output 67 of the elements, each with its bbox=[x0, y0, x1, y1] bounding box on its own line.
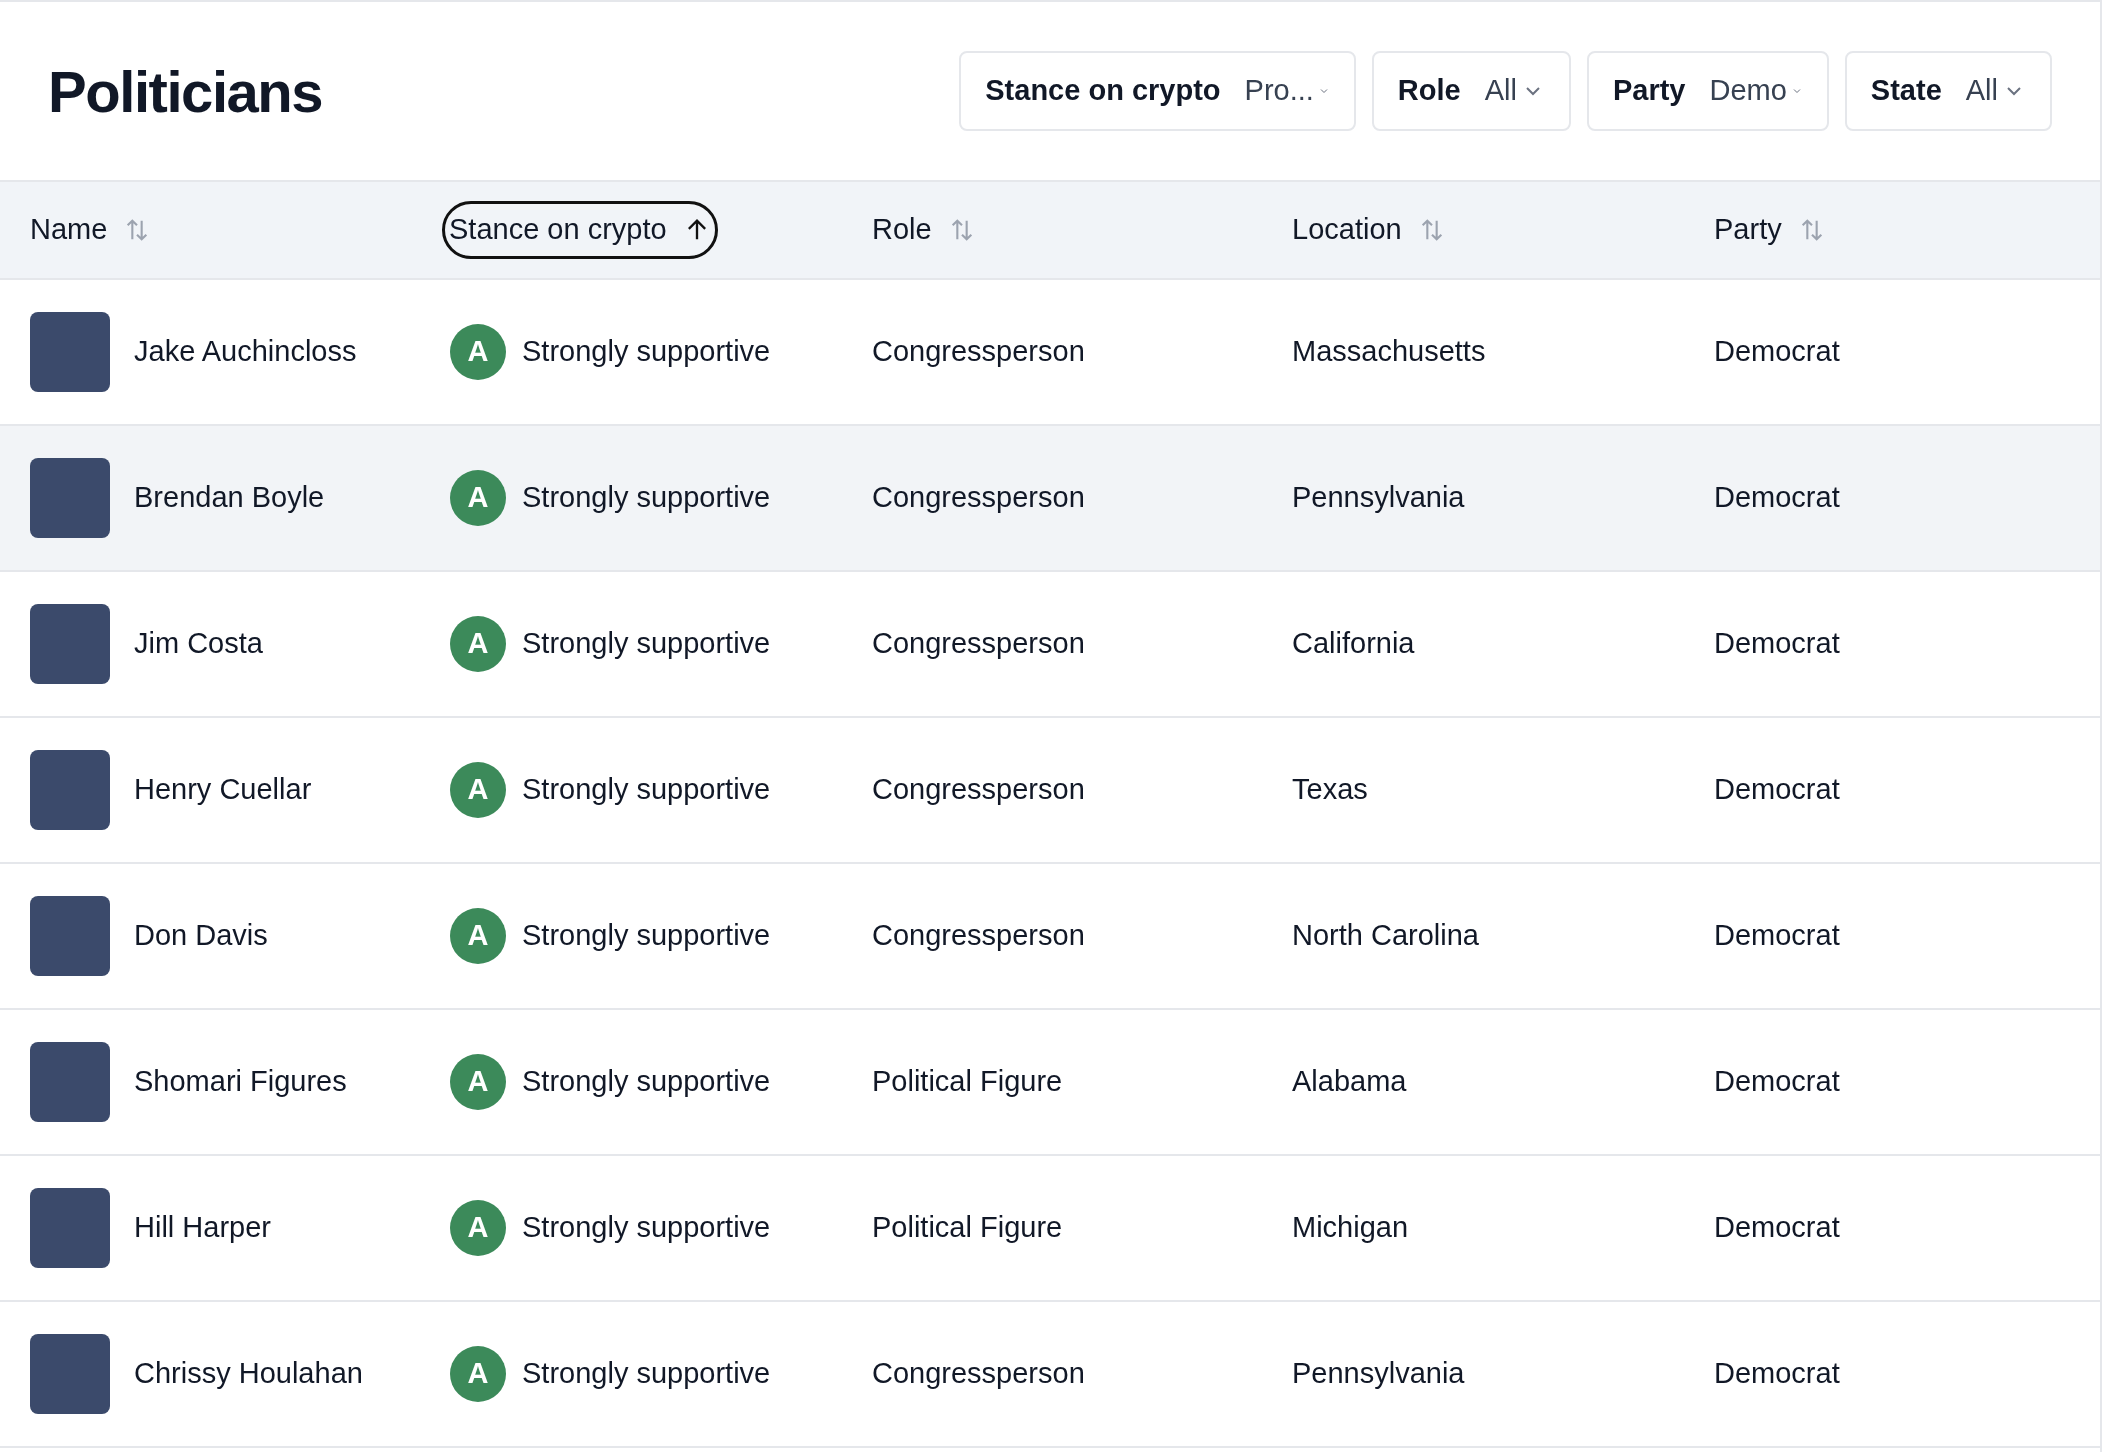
stance-text: Strongly supportive bbox=[522, 772, 771, 808]
grade-badge: A bbox=[450, 1346, 506, 1402]
location-text: Pennsylvania bbox=[1292, 481, 1465, 514]
party-text: Democrat bbox=[1714, 627, 1840, 660]
filter-dropdown[interactable]: Party Demo bbox=[1586, 51, 1829, 131]
grade-badge: A bbox=[450, 616, 506, 672]
party-text: Democrat bbox=[1714, 773, 1840, 806]
role-text: Congressperson bbox=[872, 773, 1085, 806]
party-text: Democrat bbox=[1714, 481, 1840, 514]
filter-label: Role bbox=[1397, 73, 1461, 109]
politician-name: Hill Harper bbox=[134, 1210, 271, 1246]
politician-name: Jim Costa bbox=[134, 626, 263, 662]
column-header[interactable]: Location bbox=[1292, 204, 1446, 256]
grade-badge: A bbox=[450, 470, 506, 526]
party-text: Democrat bbox=[1714, 919, 1840, 952]
filter-value: All bbox=[1965, 73, 1998, 109]
party-text: Democrat bbox=[1714, 1211, 1840, 1244]
location-text: Massachusetts bbox=[1292, 335, 1486, 368]
filter-value: Demo bbox=[1709, 73, 1787, 109]
stance-text: Strongly supportive bbox=[522, 1064, 771, 1100]
stance-text: Strongly supportive bbox=[522, 1356, 771, 1392]
stance-text: Strongly supportive bbox=[522, 918, 771, 954]
role-text: Political Figure bbox=[872, 1211, 1063, 1244]
location-text: Michigan bbox=[1292, 1211, 1409, 1244]
column-header[interactable]: Stance on crypto bbox=[442, 201, 718, 259]
location-text: North Carolina bbox=[1292, 919, 1479, 952]
role-text: Congressperson bbox=[872, 919, 1085, 952]
filter-label: Party bbox=[1612, 73, 1686, 109]
grade-badge: A bbox=[450, 762, 506, 818]
stance-text: Strongly supportive bbox=[522, 334, 771, 370]
politician-name: Brendan Boyle bbox=[134, 480, 325, 516]
filter-label: Stance on crypto bbox=[985, 73, 1221, 109]
grade-badge: A bbox=[450, 324, 506, 380]
location-text: California bbox=[1292, 627, 1415, 660]
stance-text: Strongly supportive bbox=[522, 626, 771, 662]
filter-dropdown[interactable]: Role All bbox=[1371, 51, 1571, 131]
stance-text: Strongly supportive bbox=[522, 1210, 771, 1246]
party-text: Democrat bbox=[1714, 335, 1840, 368]
role-text: Congressperson bbox=[872, 335, 1085, 368]
column-header[interactable]: Party bbox=[1714, 204, 1826, 256]
politician-name: Chrissy Houlahan bbox=[134, 1356, 363, 1392]
stance-text: Strongly supportive bbox=[522, 480, 771, 516]
grade-badge: A bbox=[450, 908, 506, 964]
role-text: Congressperson bbox=[872, 481, 1085, 514]
filter-value: All bbox=[1484, 73, 1517, 109]
role-text: Congressperson bbox=[872, 1357, 1085, 1390]
party-text: Democrat bbox=[1714, 1065, 1840, 1098]
column-header[interactable]: Name bbox=[30, 204, 152, 256]
filter-dropdown[interactable]: State All bbox=[1844, 51, 2052, 131]
grade-badge: A bbox=[450, 1054, 506, 1110]
table-row[interactable]: Brendan Boyle A Strongly supportive Congressperson Pennsylvania Democrat bbox=[0, 426, 2100, 572]
page-title: Politicians bbox=[48, 57, 323, 126]
filter-value: Pro... bbox=[1244, 73, 1314, 109]
filter-dropdown[interactable]: Stance on crypto Pro... bbox=[959, 51, 1356, 131]
politician-name: Don Davis bbox=[134, 918, 268, 954]
location-text: Alabama bbox=[1292, 1065, 1407, 1098]
filter-label: State bbox=[1870, 73, 1942, 109]
party-text: Democrat bbox=[1714, 1357, 1840, 1390]
grade-badge: A bbox=[450, 1200, 506, 1256]
politician-name: Jake Auchincloss bbox=[134, 334, 357, 370]
politician-name: Henry Cuellar bbox=[134, 772, 312, 808]
role-text: Political Figure bbox=[872, 1065, 1063, 1098]
role-text: Congressperson bbox=[872, 627, 1085, 660]
location-text: Pennsylvania bbox=[1292, 1357, 1465, 1390]
politician-name: Shomari Figures bbox=[134, 1064, 347, 1100]
column-header[interactable]: Role bbox=[872, 204, 976, 256]
location-text: Texas bbox=[1292, 773, 1368, 806]
